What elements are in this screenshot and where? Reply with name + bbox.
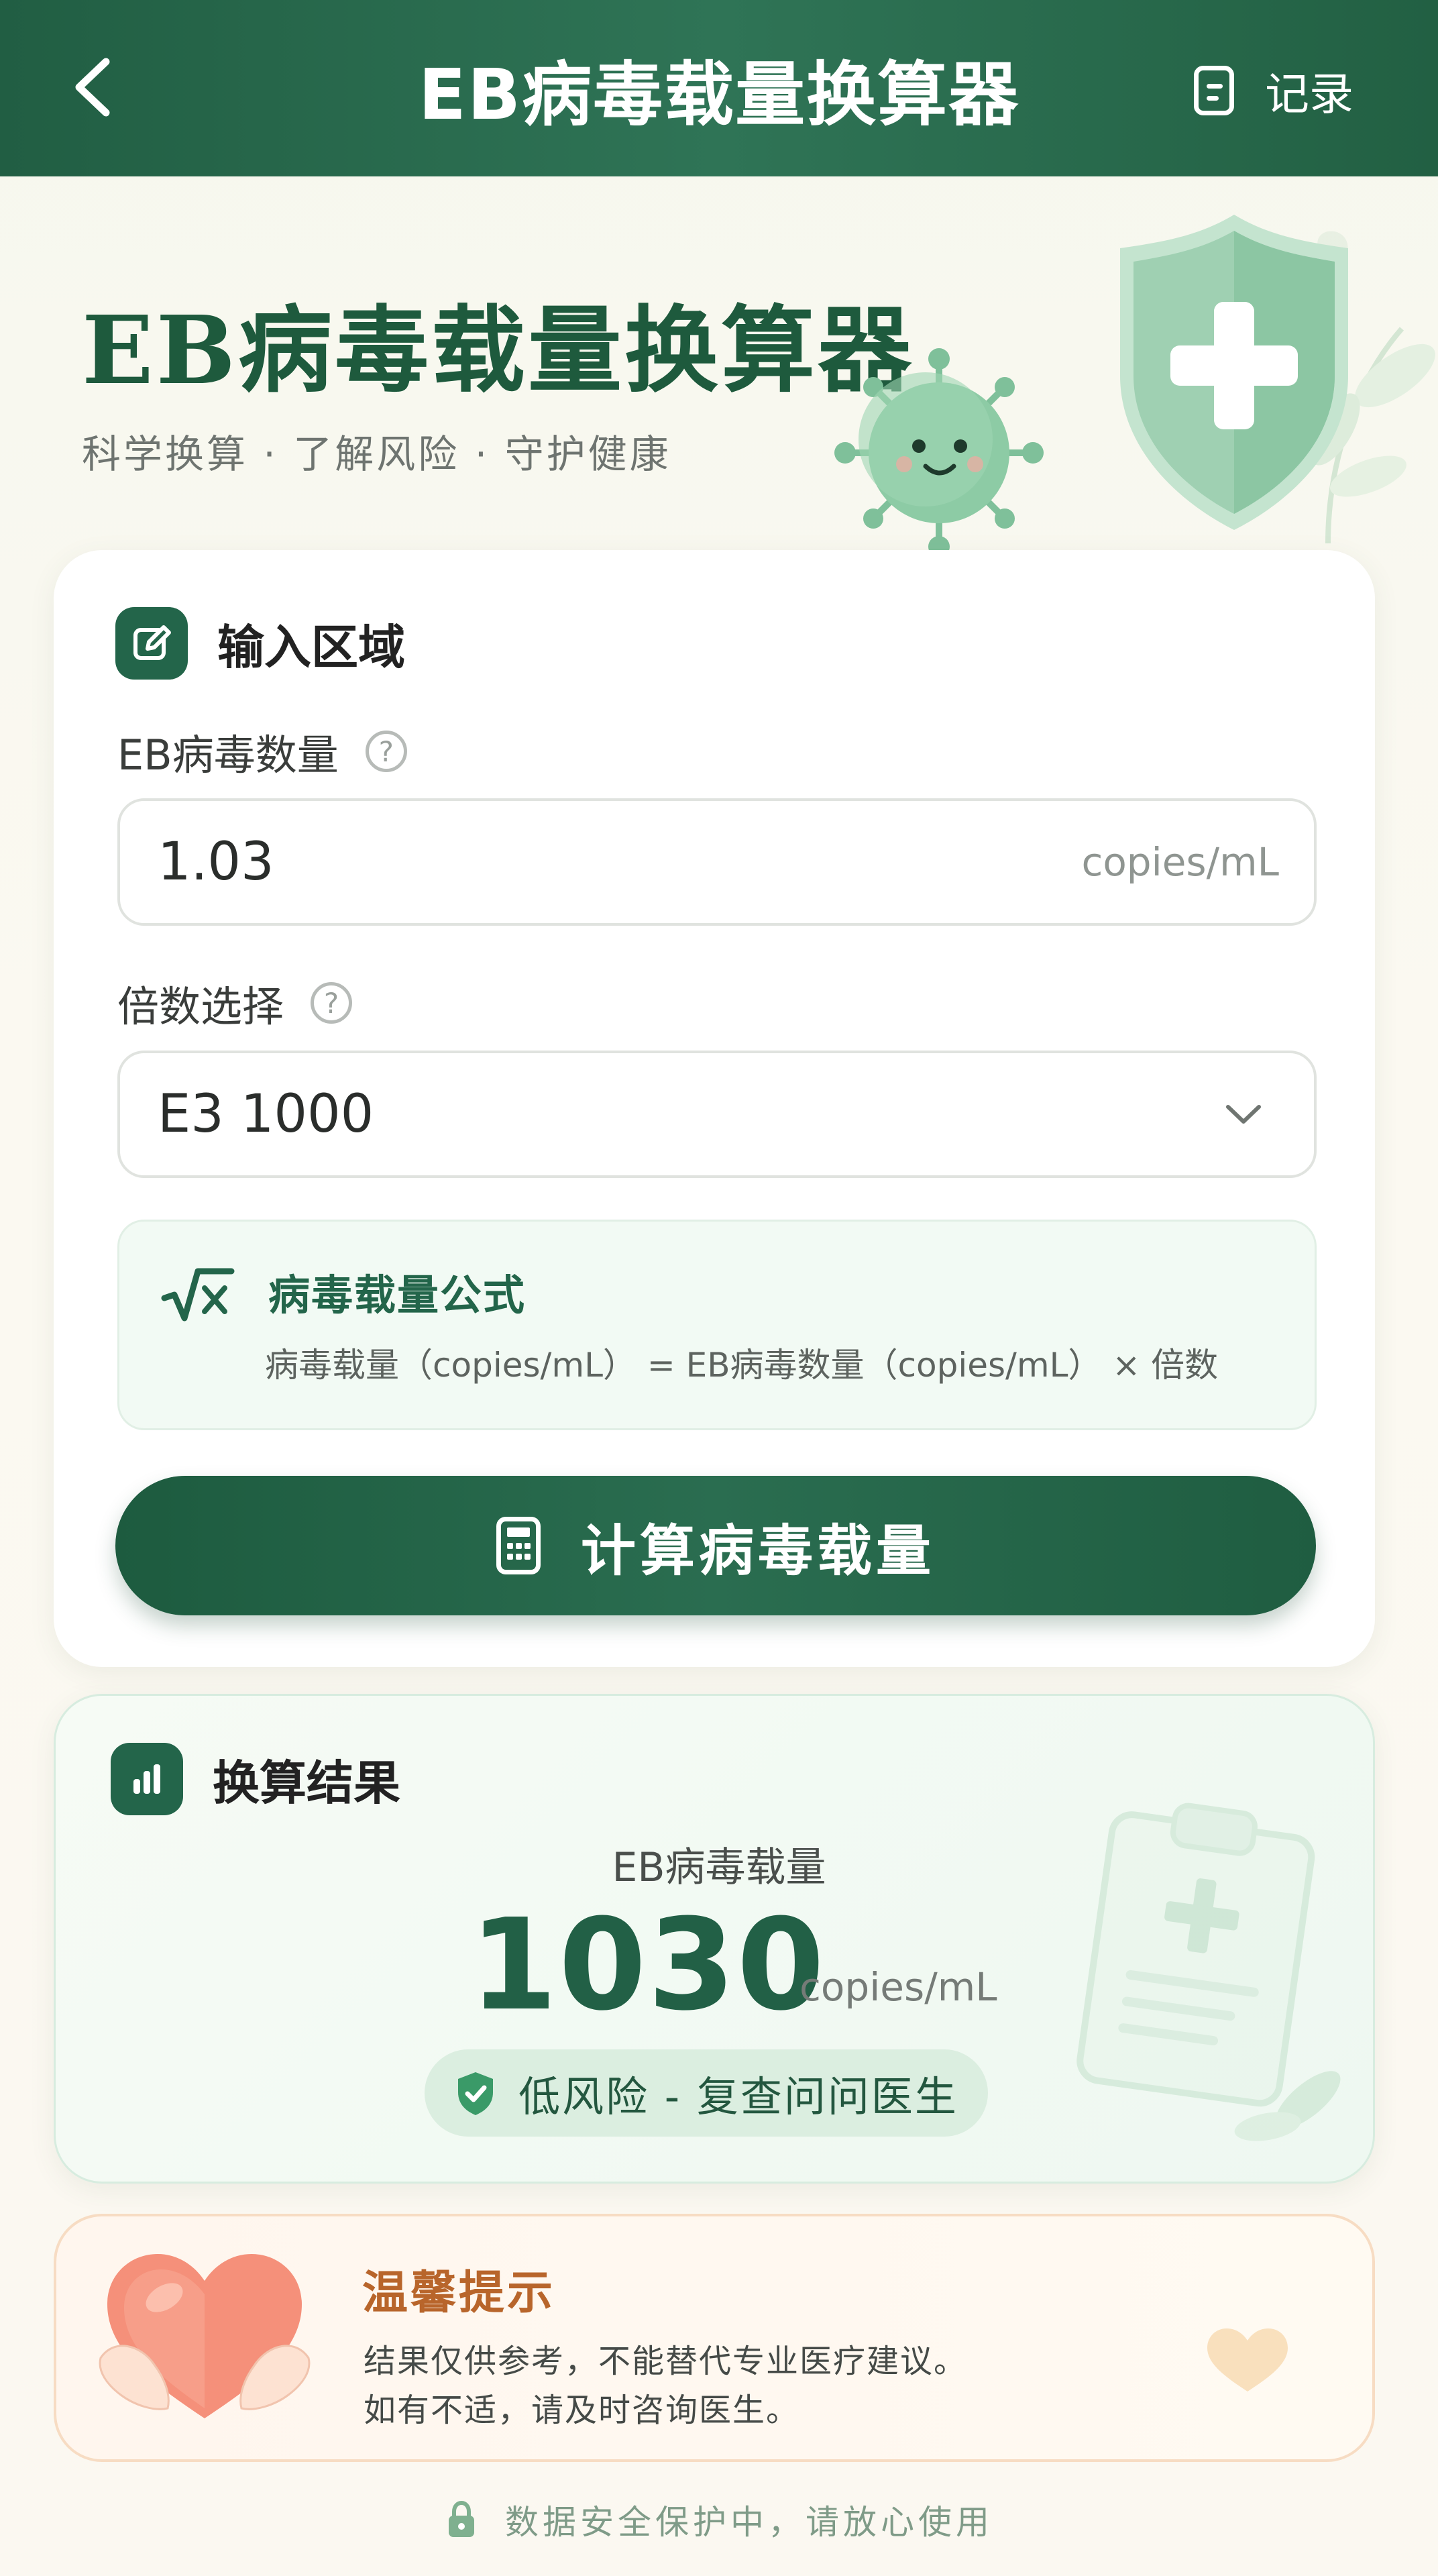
chevron-down-icon	[1226, 1105, 1261, 1124]
heart-icon	[1207, 2328, 1288, 2392]
tip-title: 温馨提示	[362, 2267, 556, 2320]
multiplier-label-text: 倍数选择	[117, 982, 284, 1031]
page-subtitle: 科学换算 · 了解风险 · 守护健康	[82, 431, 671, 477]
virus-mascot-icon	[834, 348, 1044, 557]
bar-chart-icon	[111, 1743, 183, 1815]
hero-illustration	[834, 215, 1435, 557]
edit-icon	[115, 607, 188, 680]
input-section-title: 输入区域	[217, 619, 405, 675]
records-label: 记录	[1265, 68, 1353, 120]
result-label: EB病毒载量	[612, 1844, 826, 1891]
result-section-title: 换算结果	[213, 1755, 400, 1811]
virus-count-input[interactable]: 1.03 copies/mL	[117, 798, 1317, 926]
risk-badge: 低风险 - 复查问问医生	[425, 2049, 988, 2137]
square-root-icon	[161, 1268, 235, 1322]
virus-count-label: EB病毒数量 ?	[117, 721, 407, 782]
virus-count-unit: copies/mL	[1081, 839, 1279, 885]
multiplier-value[interactable]: E3 1000	[158, 1084, 1220, 1144]
tip-line-1: 结果仅供参考，不能替代专业医疗建议。	[364, 2343, 968, 2380]
result-unit: copies/mL	[799, 1964, 997, 2010]
help-icon[interactable]: ?	[311, 982, 353, 1024]
tip-line-2: 如有不适，请及时咨询医生。	[364, 2392, 800, 2429]
formula-text: 病毒载量（copies/mL） = EB病毒数量（copies/mL） × 倍数	[265, 1346, 1219, 1385]
formula-title: 病毒载量公式	[268, 1271, 527, 1320]
virus-count-value[interactable]: 1.03	[158, 832, 1081, 892]
calculator-icon	[496, 1517, 541, 1574]
document-icon	[1194, 66, 1234, 115]
shield-check-icon	[458, 2072, 494, 2115]
virus-count-label-text: EB病毒数量	[117, 731, 339, 780]
shield-icon	[1120, 215, 1348, 530]
multiplier-label: 倍数选择 ?	[117, 973, 353, 1033]
calculate-button-label: 计算病毒载量	[580, 1519, 935, 1583]
calculate-button[interactable]: 计算病毒载量	[115, 1476, 1316, 1615]
multiplier-select[interactable]: E3 1000	[117, 1051, 1317, 1178]
page-title: EB病毒载量换算器	[82, 296, 915, 406]
result-value: 1030	[469, 1892, 826, 2039]
input-section-header: 输入区域	[115, 607, 405, 680]
footer-text: 数据安全保护中，请放心使用	[505, 2503, 993, 2542]
lock-icon	[449, 2500, 474, 2537]
formula-box	[117, 1220, 1317, 1430]
top-app-bar: EB病毒载量换算器 记录	[0, 0, 1438, 176]
risk-text: 低风险 - 复查问问医生	[518, 2072, 958, 2121]
help-icon[interactable]: ?	[365, 731, 407, 772]
heart-hands-icon	[99, 2254, 311, 2418]
result-section-header: 换算结果	[111, 1743, 400, 1815]
footer-security-note: 数据安全保护中，请放心使用	[0, 2496, 1438, 2544]
records-button[interactable]: 记录	[1194, 54, 1395, 127]
